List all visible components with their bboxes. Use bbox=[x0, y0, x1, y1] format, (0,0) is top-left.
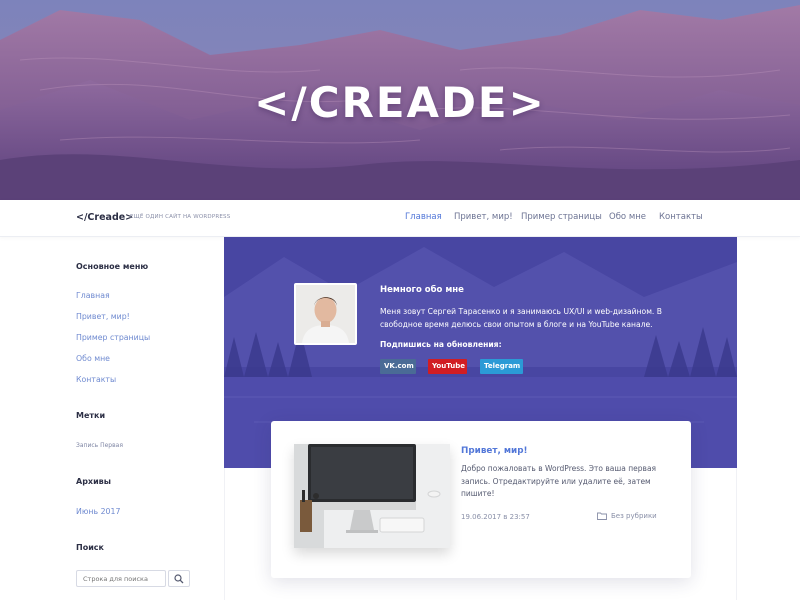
sidebar-item-home[interactable]: Главная bbox=[76, 291, 110, 300]
post-category[interactable]: Без рубрики bbox=[597, 512, 657, 520]
vk-button[interactable]: VK.com bbox=[380, 359, 416, 374]
sidebar-item-sample-page[interactable]: Пример страницы bbox=[76, 333, 150, 342]
about-text: Меня зовут Сергей Тарасенко и я занимаюс… bbox=[380, 307, 662, 329]
site-header: </Creade> ЕЩЁ ОДИН САЙТ НА WORDPRESS Гла… bbox=[0, 200, 800, 237]
search-icon bbox=[174, 573, 184, 583]
hero-banner: </CREADE> bbox=[0, 0, 800, 200]
nav-item-home[interactable]: Главная bbox=[405, 212, 442, 222]
sidebar-item-hello-world[interactable]: Привет, мир! bbox=[76, 312, 130, 321]
search-input[interactable] bbox=[76, 570, 166, 587]
nav-item-sample-page[interactable]: Пример страницы bbox=[521, 212, 602, 222]
search-button[interactable] bbox=[168, 570, 190, 587]
sidebar-item-contacts[interactable]: Контакты bbox=[76, 375, 116, 384]
site-logo[interactable]: </Creade> bbox=[76, 212, 133, 223]
site-tagline: ЕЩЁ ОДИН САЙТ НА WORDPRESS bbox=[130, 214, 231, 220]
nav-item-hello-world[interactable]: Привет, мир! bbox=[454, 212, 513, 222]
archive-link-june-2017[interactable]: Июнь 2017 bbox=[76, 507, 120, 516]
subscribe-label: Подпишись на обновления: bbox=[380, 340, 502, 349]
author-avatar bbox=[294, 283, 357, 345]
post-excerpt: Добро пожаловать в WordPress. Это ваша п… bbox=[461, 464, 657, 499]
sidebar-item-about[interactable]: Обо мне bbox=[76, 354, 110, 363]
desk-imac-image bbox=[294, 444, 450, 548]
folder-icon bbox=[597, 512, 607, 520]
author-photo bbox=[296, 285, 355, 343]
tag-link[interactable]: Запись Первая bbox=[76, 442, 123, 449]
post-title[interactable]: Привет, мир! bbox=[461, 446, 528, 456]
nav-item-about[interactable]: Обо мне bbox=[609, 212, 646, 222]
post-thumbnail[interactable] bbox=[294, 444, 450, 548]
sidebar-archives-heading: Архивы bbox=[76, 477, 111, 486]
post-category-label: Без рубрики bbox=[611, 512, 657, 520]
nav-item-contacts[interactable]: Контакты bbox=[659, 212, 703, 222]
about-title: Немного обо мне bbox=[380, 285, 464, 295]
telegram-button[interactable]: Telegram bbox=[480, 359, 523, 374]
youtube-button[interactable]: YouTube bbox=[428, 359, 467, 374]
sidebar-search-heading: Поиск bbox=[76, 543, 104, 552]
sidebar-tags-heading: Метки bbox=[76, 411, 106, 420]
hero-title: </CREADE> bbox=[254, 78, 546, 127]
sidebar-menu-heading: Основное меню bbox=[76, 262, 149, 271]
post-date: 19.06.2017 в 23:57 bbox=[461, 513, 530, 521]
